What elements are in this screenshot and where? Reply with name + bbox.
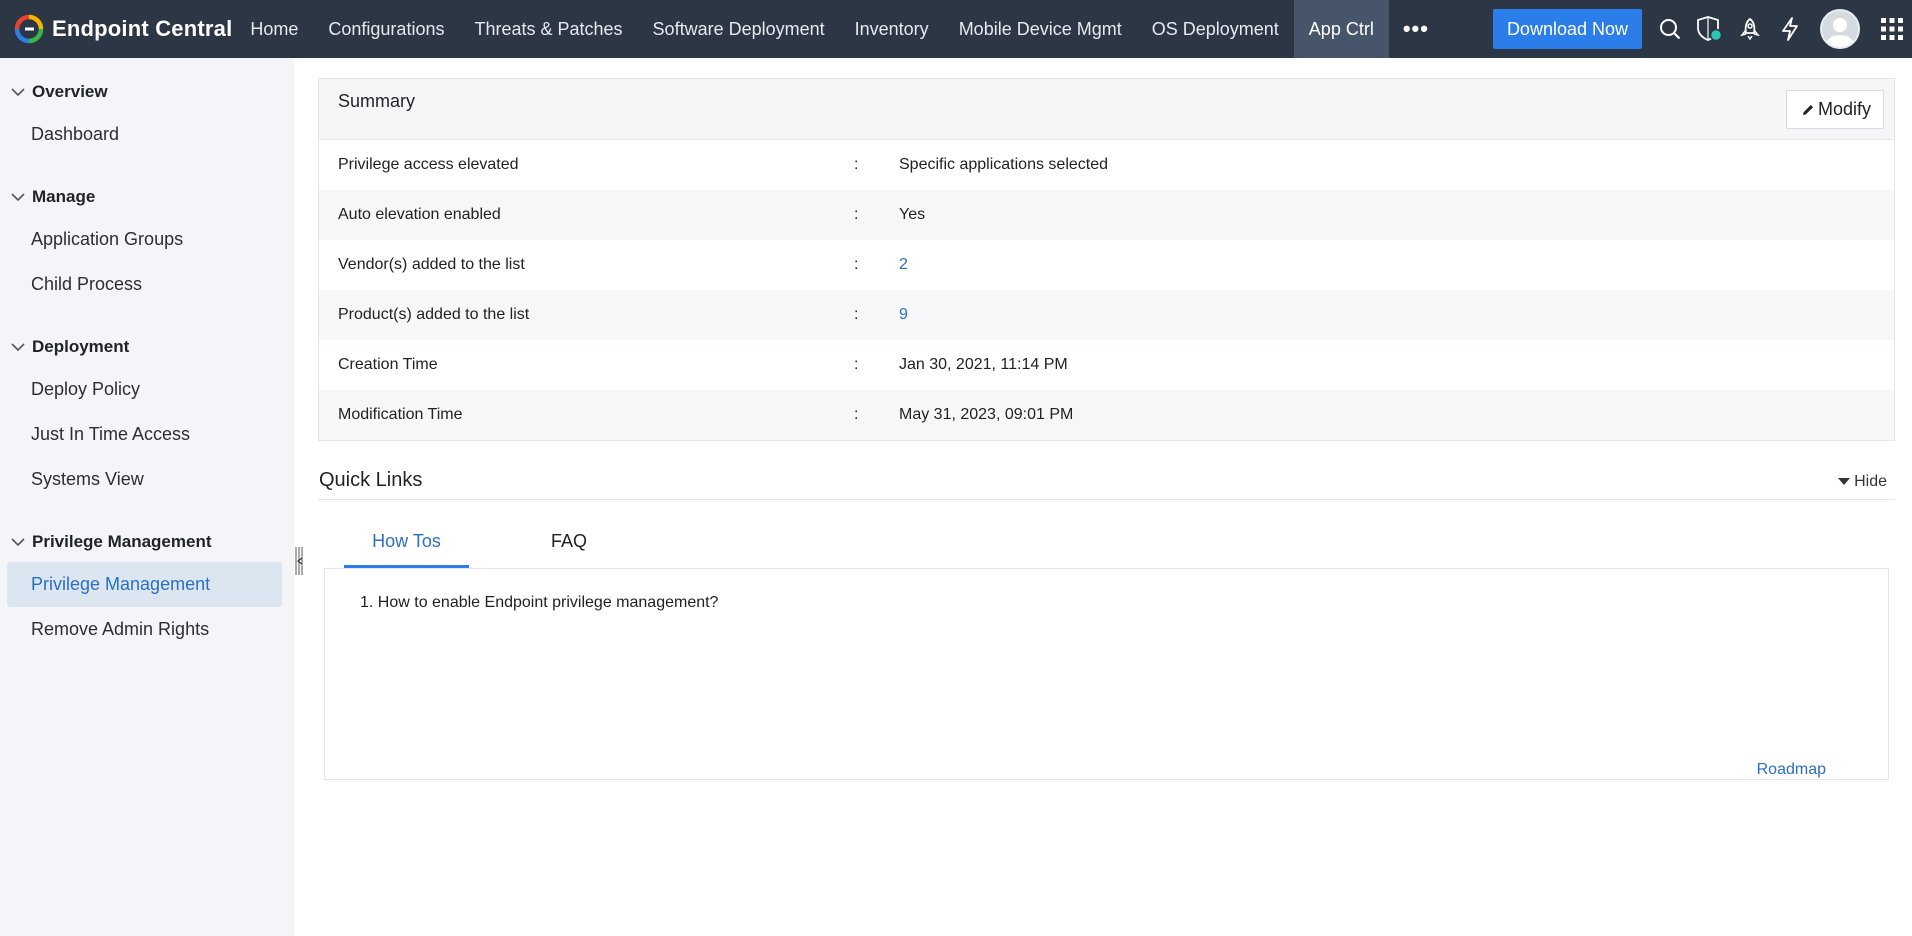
- quick-links-tabs: How Tos FAQ: [344, 528, 1895, 568]
- sidebar-section-overview: Overview Dashboard: [0, 80, 294, 157]
- tab-faq[interactable]: FAQ: [469, 528, 669, 568]
- summary-row-value: Yes: [899, 206, 926, 223]
- sidebar-heading-label: Manage: [32, 187, 96, 206]
- summary-row: Product(s) added to the list : 9: [319, 290, 1894, 340]
- sidebar-heading-label: Deployment: [32, 337, 130, 356]
- summary-header: Summary Modify: [319, 79, 1894, 140]
- caret-down-icon: [1838, 478, 1851, 485]
- how-tos-panel: 1. How to enable Endpoint privilege mana…: [324, 568, 1889, 780]
- sidebar-item-application-groups[interactable]: Application Groups: [7, 217, 282, 262]
- vendors-count-link[interactable]: 2: [899, 256, 908, 274]
- sidebar-item-just-in-time-access[interactable]: Just In Time Access: [7, 412, 282, 457]
- roadmap-link[interactable]: Roadmap: [1757, 761, 1826, 779]
- sidebar-item-systems-view[interactable]: Systems View: [7, 457, 282, 502]
- shield-status-icon[interactable]: [1690, 9, 1730, 49]
- summary-rows: Privilege access elevated : Specific app…: [319, 140, 1894, 440]
- nav-home[interactable]: Home: [235, 0, 313, 58]
- sidebar-section-deployment: Deployment Deploy Policy Just In Time Ac…: [0, 335, 294, 502]
- sidebar-heading-manage[interactable]: Manage: [0, 185, 294, 209]
- lightning-icon[interactable]: [1770, 9, 1810, 49]
- nav-threats-patches[interactable]: Threats & Patches: [459, 0, 637, 58]
- summary-row-key: Vendor(s) added to the list: [338, 256, 525, 273]
- summary-row-key: Creation Time: [338, 356, 438, 373]
- summary-row-separator: :: [854, 206, 859, 223]
- top-navbar: Endpoint Central Home Configurations Thr…: [0, 0, 1912, 58]
- sidebar-item-dashboard[interactable]: Dashboard: [7, 112, 282, 157]
- summary-row-value: Jan 30, 2021, 11:14 PM: [899, 356, 1068, 373]
- hide-label: Hide: [1854, 473, 1887, 490]
- pencil-icon: [1802, 104, 1813, 115]
- chevron-down-icon: [11, 538, 25, 547]
- summary-row-key: Auto elevation enabled: [338, 206, 501, 223]
- sidebar-item-child-process[interactable]: Child Process: [7, 262, 282, 307]
- modify-label: Modify: [1817, 99, 1871, 119]
- nav-os-deployment[interactable]: OS Deployment: [1137, 0, 1294, 58]
- summary-row-separator: :: [854, 156, 859, 173]
- howto-link[interactable]: 1. How to enable Endpoint privilege mana…: [360, 594, 718, 612]
- summary-row-separator: :: [854, 256, 859, 273]
- summary-panel: Summary Modify Privilege access elevated…: [318, 78, 1895, 441]
- download-now-button[interactable]: Download Now: [1492, 9, 1642, 49]
- main-content: Summary Modify Privilege access elevated…: [318, 78, 1895, 780]
- hide-quick-links-button[interactable]: Hide: [1838, 473, 1887, 491]
- modify-button[interactable]: Modify: [1785, 90, 1884, 129]
- chevron-down-icon: [11, 193, 25, 202]
- tab-how-tos[interactable]: How Tos: [344, 528, 469, 568]
- nav-inventory[interactable]: Inventory: [840, 0, 944, 58]
- sidebar-resize-handle-icon[interactable]: [294, 545, 304, 577]
- summary-row-separator: :: [854, 356, 859, 373]
- sidebar-heading-overview[interactable]: Overview: [0, 80, 294, 104]
- sidebar-section-privilege-management: Privilege Management Privilege Managemen…: [0, 530, 294, 652]
- rocket-icon[interactable]: [1730, 9, 1770, 49]
- summary-row: Auto elevation enabled : Yes: [319, 190, 1894, 240]
- summary-row-key: Product(s) added to the list: [338, 306, 530, 323]
- summary-title: Summary: [338, 91, 416, 111]
- sidebar-section-manage: Manage Application Groups Child Process: [0, 185, 294, 307]
- summary-row: Creation Time : Jan 30, 2021, 11:14 PM: [319, 340, 1894, 390]
- more-nav-icon[interactable]: •••: [1389, 0, 1443, 58]
- summary-row-key: Modification Time: [338, 406, 463, 423]
- nav-app-ctrl[interactable]: App Ctrl: [1293, 0, 1389, 58]
- products-count-link[interactable]: 9: [899, 306, 908, 324]
- summary-row-value: Specific applications selected: [899, 156, 1109, 173]
- endpoint-central-logo-icon: [14, 14, 44, 44]
- quick-links-header: Quick Links Hide: [318, 469, 1895, 500]
- nav-configurations[interactable]: Configurations: [313, 0, 459, 58]
- summary-row-separator: :: [854, 406, 859, 423]
- sidebar-heading-label: Privilege Management: [32, 532, 212, 551]
- sidebar-item-deploy-policy[interactable]: Deploy Policy: [7, 367, 282, 412]
- nav-software-deployment[interactable]: Software Deployment: [638, 0, 840, 58]
- avatar[interactable]: [1820, 9, 1860, 49]
- sidebar-heading-label: Overview: [32, 82, 108, 101]
- brand-name: Endpoint Central: [52, 16, 233, 41]
- brand[interactable]: Endpoint Central: [0, 0, 235, 58]
- sidebar-heading-privilege-management[interactable]: Privilege Management: [0, 530, 294, 554]
- summary-row: Vendor(s) added to the list : 2: [319, 240, 1894, 290]
- summary-row-key: Privilege access elevated: [338, 156, 519, 173]
- sidebar-heading-deployment[interactable]: Deployment: [0, 335, 294, 359]
- search-icon[interactable]: [1650, 9, 1690, 49]
- chevron-down-icon: [11, 343, 25, 352]
- sidebar-item-remove-admin-rights[interactable]: Remove Admin Rights: [7, 607, 282, 652]
- quick-links-title: Quick Links: [319, 469, 423, 491]
- summary-row: Modification Time : May 31, 2023, 09:01 …: [319, 390, 1894, 440]
- sidebar: Overview Dashboard Manage Application Gr…: [0, 58, 294, 936]
- nav-mobile-device-mgmt[interactable]: Mobile Device Mgmt: [944, 0, 1137, 58]
- summary-row-value: May 31, 2023, 09:01 PM: [899, 406, 1074, 423]
- app-grid-icon[interactable]: [1872, 9, 1912, 49]
- summary-row-separator: :: [854, 306, 859, 323]
- summary-row: Privilege access elevated : Specific app…: [319, 140, 1894, 190]
- chevron-down-icon: [11, 88, 25, 97]
- main-nav: Home Configurations Threats & Patches So…: [235, 0, 1443, 58]
- sidebar-item-privilege-management[interactable]: Privilege Management: [7, 562, 282, 607]
